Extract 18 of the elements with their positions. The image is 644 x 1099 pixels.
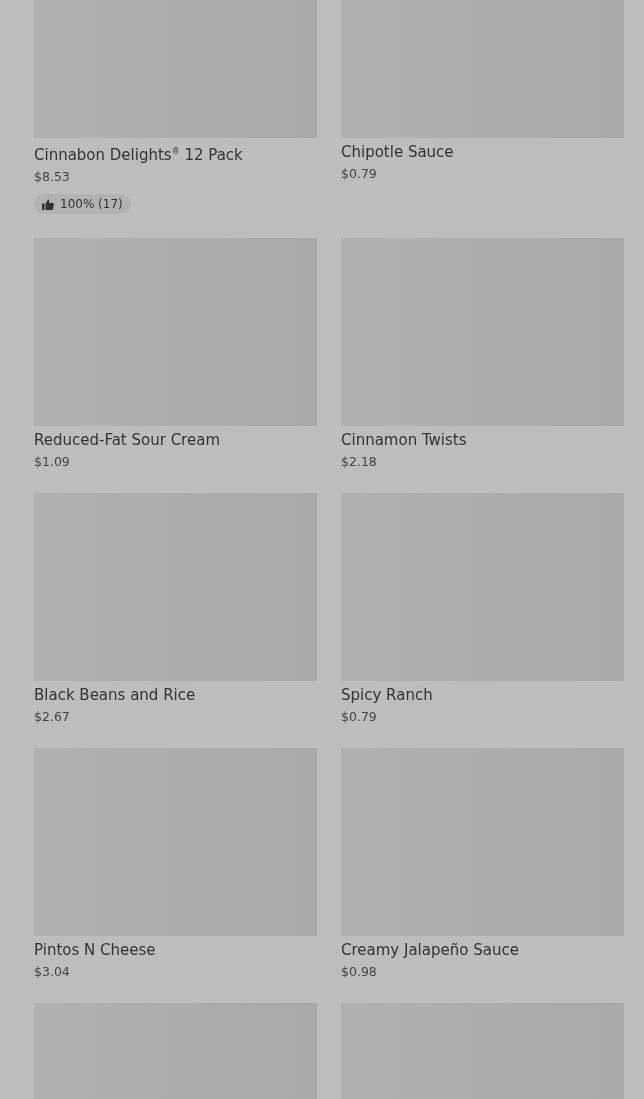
product-price: $3.04 bbox=[34, 964, 71, 979]
product-price: $0.79 bbox=[341, 166, 378, 181]
product-name[interactable]: Chipotle Sauce bbox=[341, 143, 624, 161]
product-name[interactable]: Creamy Jalapeño Sauce bbox=[341, 941, 624, 959]
thumbs-up-icon bbox=[42, 198, 54, 210]
product-price: $2.67 bbox=[34, 709, 71, 724]
product-name[interactable]: Black Beans and Rice bbox=[34, 686, 317, 704]
rating-text: 100% (17) bbox=[60, 197, 123, 211]
product-price: $1.09 bbox=[34, 454, 71, 469]
product-name[interactable]: Cinnabon Delights$^{®}$ 12 Pack bbox=[34, 143, 317, 164]
product-price: $0.98 bbox=[341, 964, 378, 979]
product-name[interactable]: Spicy Ranch bbox=[341, 686, 624, 704]
product-price: $8.53 bbox=[34, 169, 71, 184]
product-name[interactable]: Reduced-Fat Sour Cream bbox=[34, 431, 317, 449]
product-name[interactable]: Cinnamon Twists bbox=[341, 431, 624, 449]
product-price: $0.79 bbox=[341, 709, 378, 724]
product-name[interactable]: Pintos N Cheese bbox=[34, 941, 317, 959]
product-price: $2.18 bbox=[341, 454, 378, 469]
